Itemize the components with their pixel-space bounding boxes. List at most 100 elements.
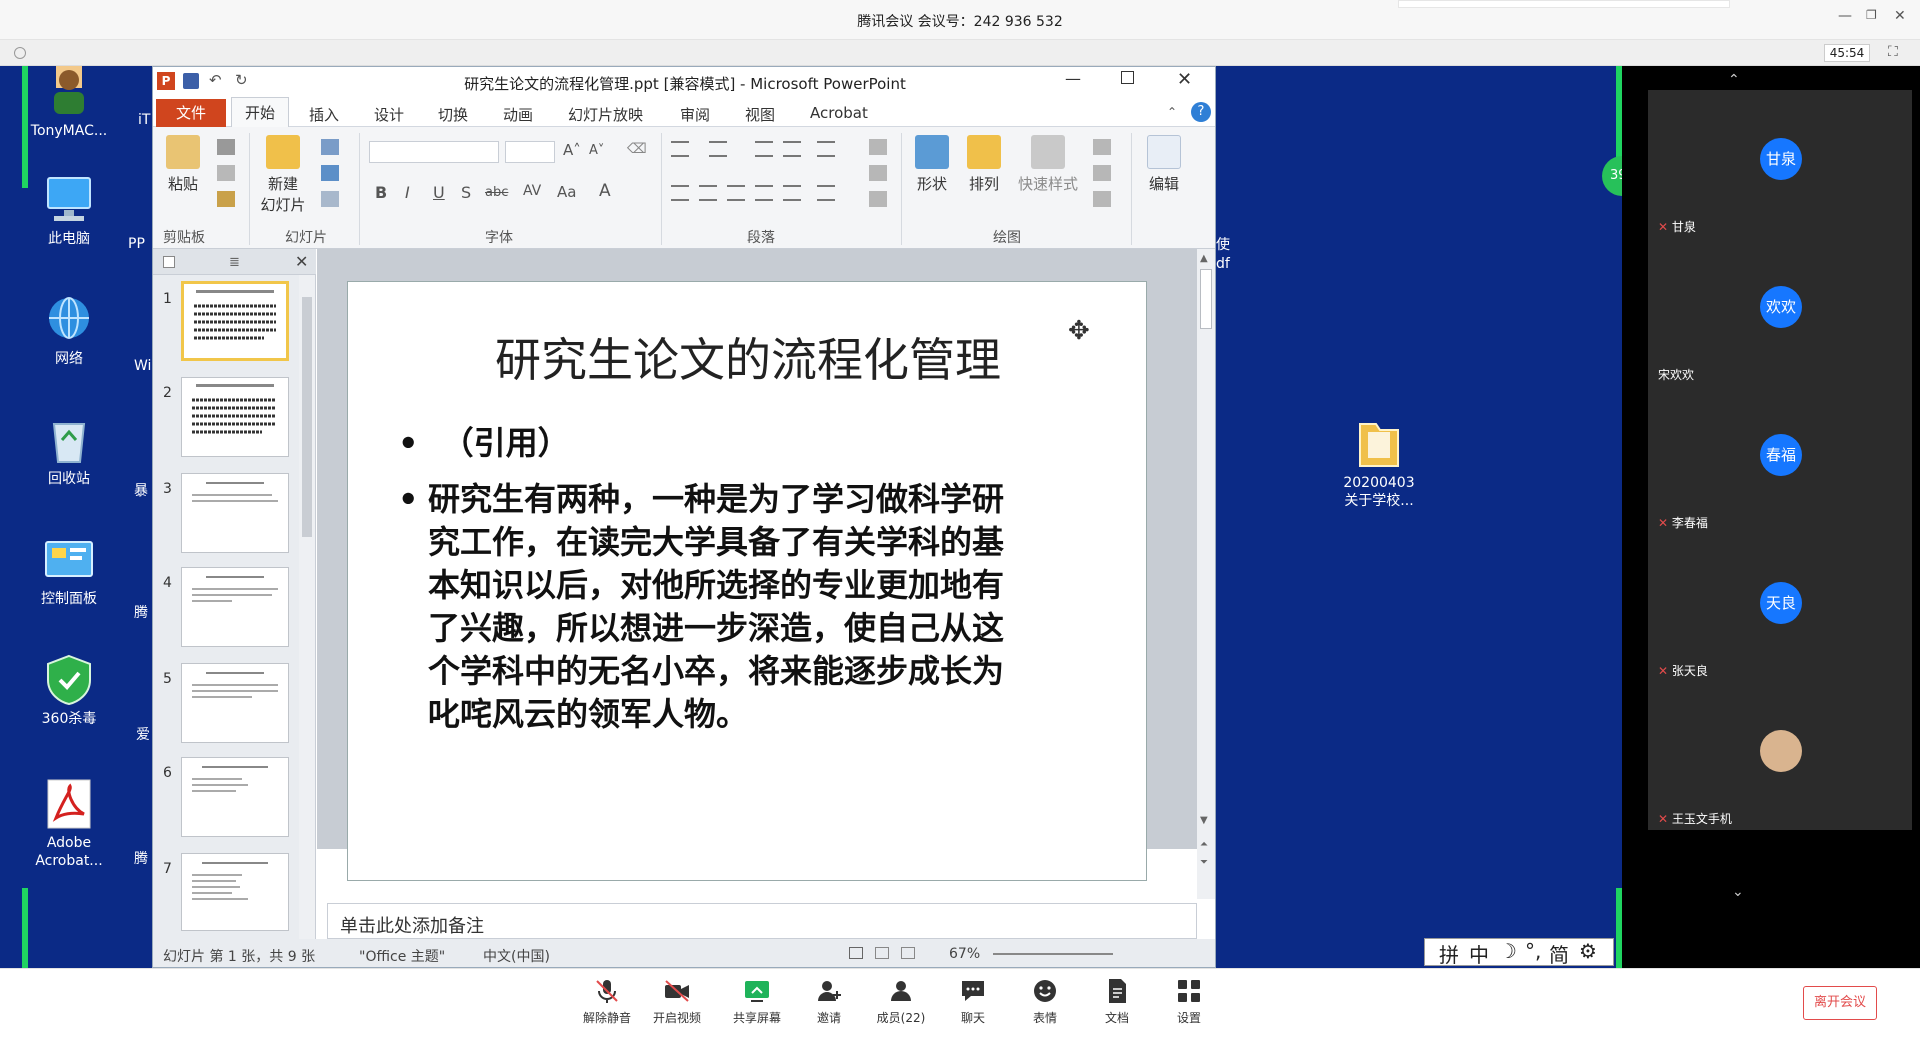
bullets-icon[interactable]: [671, 141, 689, 157]
clear-format-icon[interactable]: ⌫: [627, 141, 647, 157]
emoji-button[interactable]: 表情: [1010, 975, 1080, 1026]
scroll-down-icon[interactable]: ⌄: [1732, 884, 1744, 900]
justify-icon[interactable]: [755, 185, 773, 201]
start-video-button[interactable]: 开启视频: [642, 975, 712, 1026]
tab-insert[interactable]: 插入: [309, 104, 339, 125]
collapse-ribbon-icon[interactable]: ⌃: [1167, 105, 1177, 119]
line-spacing-icon[interactable]: [817, 141, 835, 157]
tab-design[interactable]: 设计: [374, 104, 404, 125]
align-center-icon[interactable]: [699, 185, 717, 201]
copy-icon[interactable]: [217, 165, 235, 181]
next-slide-icon[interactable]: ⏷: [1200, 857, 1208, 868]
slide-thumbnail-1[interactable]: [181, 281, 289, 361]
reading-view-icon[interactable]: [901, 947, 915, 959]
decrease-indent-icon[interactable]: [755, 141, 773, 157]
slide-thumbnail-2[interactable]: [181, 377, 289, 457]
slide-bullet-2[interactable]: • 研究生有两种，一种是为了学习做科学研 究工作，在读完大学具备了有关学科的基 …: [398, 478, 1004, 736]
ime-toolbar[interactable]: 拼 中 ☽ °, 简 ⚙: [1424, 938, 1614, 968]
participant-tile[interactable]: ✕ 王玉文手机: [1648, 682, 1912, 830]
shape-effects-icon[interactable]: [1093, 191, 1111, 207]
scroll-up-icon[interactable]: ⌃: [1728, 72, 1740, 88]
cut-icon[interactable]: [217, 139, 235, 155]
arrange-button[interactable]: 排列: [961, 135, 1007, 194]
distribute-icon[interactable]: [783, 185, 801, 201]
ime-item[interactable]: ☽: [1499, 939, 1517, 963]
edit-button[interactable]: 编辑: [1141, 135, 1187, 194]
desktop-icon-recycle-bin[interactable]: 回收站: [14, 414, 124, 488]
quick-style-button[interactable]: 快速样式: [1013, 135, 1083, 194]
prev-slide-icon[interactable]: ⏶: [1200, 839, 1208, 850]
members-button[interactable]: 成员(22): [866, 975, 936, 1026]
slide-canvas[interactable]: 研究生论文的流程化管理 • （引用） • 研究生有两种，一种是为了学习做科学研 …: [347, 281, 1147, 881]
close-pane-icon[interactable]: ✕: [295, 252, 308, 271]
zoom-slider[interactable]: [993, 953, 1113, 955]
slide-scroll-thumb[interactable]: [1200, 269, 1212, 329]
floating-badge[interactable]: 39: [1602, 156, 1622, 196]
shadow-button[interactable]: S: [461, 183, 471, 202]
char-spacing-button[interactable]: AV: [523, 183, 541, 199]
font-size-select[interactable]: [505, 141, 555, 163]
invite-button[interactable]: 邀请: [794, 975, 864, 1026]
slide-scrollbar[interactable]: ▲ ▼ ⏶ ⏷: [1197, 249, 1215, 899]
bold-button[interactable]: B: [375, 183, 387, 202]
smartart-icon[interactable]: [869, 191, 887, 207]
outline-tab-icon[interactable]: ≣: [229, 255, 240, 270]
chat-button[interactable]: 聊天: [938, 975, 1008, 1026]
help-icon[interactable]: ?: [1191, 102, 1211, 122]
ime-item[interactable]: 简: [1549, 939, 1569, 968]
desktop-icon-network[interactable]: 网络: [14, 294, 124, 368]
grow-font-icon[interactable]: A˄: [563, 141, 581, 159]
tab-animations[interactable]: 动画: [503, 104, 533, 125]
slide-thumbnail-5[interactable]: [181, 663, 289, 743]
ppt-maximize-icon[interactable]: [1121, 71, 1134, 84]
notes-pane[interactable]: 单击此处添加备注: [327, 903, 1197, 939]
tab-file[interactable]: 文件: [156, 99, 226, 127]
desktop-icon-360[interactable]: 360杀毒: [14, 654, 124, 728]
scroll-up-icon[interactable]: ▲: [1200, 253, 1208, 264]
paste-button[interactable]: 粘贴: [161, 135, 205, 194]
participant-tile[interactable]: 欢欢 宋欢欢: [1648, 238, 1912, 386]
text-direction-icon[interactable]: [869, 139, 887, 155]
thumbs-scroll-thumb[interactable]: [302, 297, 312, 537]
normal-view-icon[interactable]: [849, 947, 863, 959]
slide-thumbnail-4[interactable]: [181, 567, 289, 647]
participant-tile[interactable]: 春福 ✕ 李春福: [1648, 386, 1912, 534]
shape-outline-icon[interactable]: [1093, 165, 1111, 181]
tab-home[interactable]: 开始: [231, 97, 289, 128]
new-slide-button[interactable]: 新建 幻灯片: [257, 135, 309, 215]
ime-item[interactable]: ⚙: [1579, 939, 1597, 963]
change-case-button[interactable]: Aa: [557, 183, 576, 201]
underline-button[interactable]: U: [433, 183, 445, 202]
italic-button[interactable]: I: [405, 183, 410, 202]
unmute-button[interactable]: 解除静音: [572, 975, 642, 1026]
desktop-icon-control-panel[interactable]: 控制面板: [14, 534, 124, 608]
fullscreen-icon[interactable]: ⛶: [1888, 44, 1898, 60]
shape-fill-icon[interactable]: [1093, 139, 1111, 155]
slide-thumbnail-3[interactable]: [181, 473, 289, 553]
ppt-minimize-icon[interactable]: —: [1065, 69, 1081, 88]
participant-tile[interactable]: 甘泉 ✕ 甘泉: [1648, 90, 1912, 238]
increase-indent-icon[interactable]: [783, 141, 801, 157]
align-left-icon[interactable]: [671, 185, 689, 201]
strikethrough-button[interactable]: abc: [485, 185, 508, 200]
align-text-icon[interactable]: [869, 165, 887, 181]
settings-button[interactable]: 设置: [1154, 975, 1224, 1026]
close-icon[interactable]: ✕: [1894, 8, 1906, 24]
font-color-button[interactable]: A: [599, 181, 611, 201]
ppt-close-icon[interactable]: ✕: [1177, 69, 1192, 90]
shrink-font-icon[interactable]: A˅: [589, 143, 604, 158]
font-name-select[interactable]: [369, 141, 499, 163]
slide-thumbnail-6[interactable]: [181, 757, 289, 837]
columns-icon[interactable]: [817, 185, 835, 201]
desktop-icon-folder[interactable]: 20200403 关于学校...: [1324, 418, 1434, 510]
document-button[interactable]: 文档: [1082, 975, 1152, 1026]
share-screen-button[interactable]: 共享屏幕: [722, 975, 792, 1026]
desktop-icon-tonymac[interactable]: TonyMAC...: [14, 66, 124, 140]
slide-title[interactable]: 研究生论文的流程化管理: [348, 324, 1148, 390]
tab-review[interactable]: 审阅: [680, 104, 710, 125]
thumbs-scrollbar[interactable]: [299, 275, 315, 939]
desktop-icon-acrobat[interactable]: Adobe Acrobat...: [14, 778, 124, 870]
ime-item[interactable]: °,: [1525, 939, 1541, 963]
restore-icon[interactable]: ❐: [1866, 8, 1877, 22]
tab-acrobat[interactable]: Acrobat: [810, 104, 868, 122]
